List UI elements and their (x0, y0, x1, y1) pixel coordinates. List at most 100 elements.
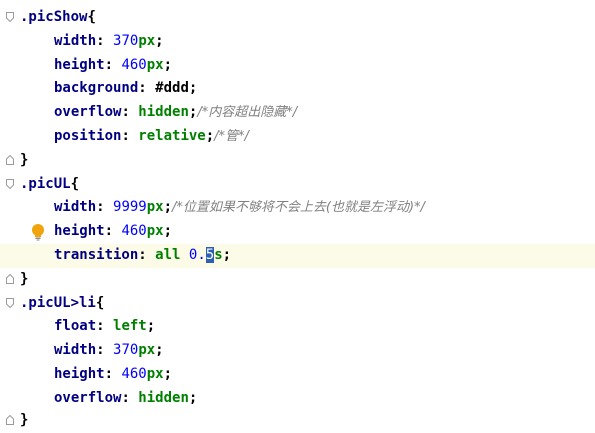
open-brace: { (95, 294, 105, 311)
css-property: height (54, 56, 105, 73)
number-value: 370 (113, 32, 139, 49)
semicolon: ; (155, 32, 164, 49)
open-brace: { (87, 9, 96, 25)
code-line[interactable]: .picUL>li{ (0, 292, 595, 316)
code-text: .picUL{ (20, 173, 79, 197)
css-property: overflow (54, 104, 122, 121)
css-property: transition (54, 247, 139, 263)
unit: px (146, 366, 164, 382)
code-line[interactable]: height: 460px; (0, 220, 595, 244)
colon: : (104, 366, 122, 382)
semicolon: ; (146, 318, 156, 335)
css-property: background (54, 80, 139, 97)
unit: px (138, 32, 156, 49)
code-text: overflow: hidden;/*内容超出隐藏*/ (54, 101, 297, 125)
code-line[interactable]: } (0, 149, 595, 173)
code-line[interactable]: position: relative;/*管*/ (0, 125, 595, 149)
code-text: float: left; (54, 315, 155, 339)
code-line[interactable]: overflow: hidden; (0, 387, 595, 411)
code-text: height: 460px; (54, 363, 172, 387)
fold-marker-icon[interactable] (6, 154, 14, 165)
code-line[interactable]: .picShow{ (0, 6, 595, 30)
css-selector: .picShow (20, 9, 88, 25)
number-value: 460 (121, 223, 147, 240)
lightbulb-icon[interactable] (31, 223, 45, 241)
css-property: height (54, 223, 105, 240)
number-value: 9999 (113, 199, 147, 216)
code-editor[interactable]: .picShow{ width: 370px; height: 460px; b… (0, 0, 595, 433)
code-text: width: 9999px;/*位置如果不够将不会上去(也就是左浮动)*/ (54, 196, 425, 220)
fold-marker-icon[interactable] (6, 273, 14, 284)
colon: : (104, 223, 122, 240)
number-value: 460 (121, 56, 147, 73)
comment: /*内容超出隐藏*/ (197, 105, 298, 121)
unit: px (146, 56, 164, 73)
keyword-value: left (113, 318, 147, 335)
colon: : (96, 199, 114, 216)
close-brace: } (20, 151, 29, 168)
code-line[interactable]: width: 370px; (0, 339, 595, 363)
code-line[interactable]: } (0, 268, 595, 292)
code-text: transition: all 0.5s; (54, 244, 231, 268)
semicolon: ; (163, 366, 173, 382)
css-property: position (54, 128, 122, 144)
fold-marker-icon[interactable] (6, 12, 14, 22)
colon: : (121, 104, 139, 121)
css-property: width (54, 32, 97, 49)
keyword-value: hidden (138, 389, 189, 406)
semicolon: ; (188, 80, 198, 97)
code-line[interactable]: width: 370px; (0, 30, 595, 54)
code-line[interactable]: height: 460px; (0, 363, 595, 387)
code-line[interactable]: } (0, 409, 595, 433)
colon: : (121, 389, 139, 406)
code-line[interactable]: height: 460px; (0, 54, 595, 78)
css-property: overflow (54, 389, 122, 406)
keyword-value: all (155, 247, 181, 263)
colon: : (121, 128, 139, 144)
colon: : (138, 247, 156, 263)
colon: : (96, 318, 114, 335)
unit: s (214, 247, 223, 263)
semicolon: ; (163, 56, 173, 73)
close-brace: } (20, 412, 29, 428)
semicolon: ; (188, 389, 198, 406)
keyword-value: relative (138, 128, 206, 144)
unit: px (138, 342, 156, 359)
code-line[interactable]: float: left; (0, 315, 595, 339)
current-code-line[interactable]: transition: all 0.5s; (0, 244, 595, 268)
code-text: height: 460px; (54, 54, 172, 78)
css-selector: .picUL>li (20, 294, 96, 311)
code-line[interactable]: .picUL{ (0, 173, 595, 197)
code-text: position: relative;/*管*/ (54, 125, 249, 149)
close-brace: } (20, 270, 29, 287)
code-line[interactable]: width: 9999px;/*位置如果不够将不会上去(也就是左浮动)*/ (0, 196, 595, 220)
unit: px (146, 223, 164, 240)
fold-marker-icon[interactable] (6, 415, 14, 425)
code-text: .picShow{ (20, 6, 96, 30)
code-text: } (20, 268, 28, 292)
comment: /*管*/ (214, 129, 249, 144)
code-text: width: 370px; (54, 339, 164, 363)
fold-marker-icon[interactable] (6, 178, 14, 189)
text-cursor[interactable]: 5 (205, 247, 215, 263)
css-property: float (54, 318, 97, 335)
semicolon: ; (163, 199, 173, 216)
number-value: 460 (121, 366, 147, 382)
code-text: .picUL>li{ (20, 292, 104, 316)
fold-marker-icon[interactable] (6, 297, 14, 308)
open-brace: { (70, 175, 80, 192)
semicolon: ; (222, 247, 232, 263)
css-property: width (54, 342, 97, 359)
code-text: } (20, 149, 28, 173)
code-line[interactable]: overflow: hidden;/*内容超出隐藏*/ (0, 101, 595, 125)
colon: : (96, 342, 114, 359)
unit: px (146, 199, 164, 216)
code-line[interactable]: background: #ddd; (0, 77, 595, 101)
code-text: } (20, 409, 28, 433)
code-text: overflow: hidden; (54, 387, 197, 411)
css-selector: .picUL (20, 175, 71, 192)
semicolon: ; (205, 128, 215, 144)
number-value: 370 (113, 342, 139, 359)
code-text: height: 460px; (54, 220, 172, 244)
comment: /*位置如果不够将不会上去(也就是左浮动)*/ (172, 200, 425, 216)
